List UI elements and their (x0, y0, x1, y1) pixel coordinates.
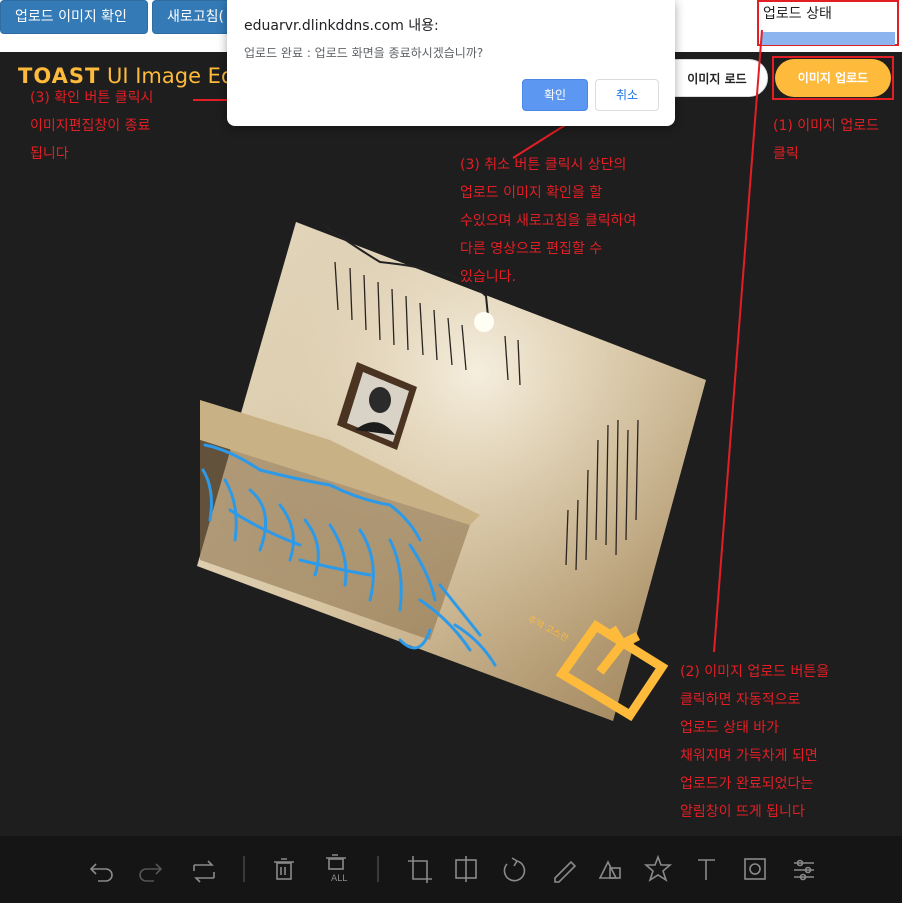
redo-icon[interactable] (139, 863, 163, 882)
alert-dialog: eduarvr.dlinkddns.com 내용: 업로드 완료 : 업로드 화… (227, 0, 675, 126)
text-icon[interactable] (698, 859, 715, 880)
menu-icons: ALL (89, 854, 814, 884)
flip-icon[interactable] (455, 856, 477, 882)
upload-image-confirm-button[interactable]: 업로드 이미지 확인 (0, 0, 148, 34)
annotation-step2: (2) 이미지 업로드 버튼을 클릭하면 자동적으로 업로드 상태 바가 채워지… (680, 664, 830, 820)
draw-icon[interactable] (554, 860, 577, 883)
annotation-step3-cancel: (3) 취소 버튼 클릭시 상단의 업로드 이미지 확인을 할 수있으며 새로고… (460, 157, 637, 285)
dialog-title: eduarvr.dlinkddns.com 내용: (244, 18, 439, 34)
light-bulb (474, 312, 494, 332)
upload-button-highlight (772, 56, 894, 100)
editor-menu-bar: ALL (0, 836, 902, 903)
svg-text:ALL: ALL (331, 874, 347, 884)
delete-icon[interactable] (274, 858, 294, 880)
shape-icon[interactable] (598, 860, 621, 879)
annotation-step3-ok: (3) 확인 버튼 클릭시 이미지편집창이 종료 됩니다 (30, 90, 154, 162)
upload-status-label: 업로드 상태 (763, 6, 832, 22)
refresh-button[interactable]: 새로고침( (152, 0, 232, 34)
dialog-cancel-button[interactable]: 취소 (595, 79, 659, 111)
annotation-step1: (1) 이미지 업로드 클릭 (773, 118, 880, 162)
dialog-message: 업로드 완료 : 업로드 화면을 종료하시겠습니까? (244, 46, 484, 60)
dialog-ok-button[interactable]: 확인 (522, 79, 588, 111)
undo-icon[interactable] (89, 863, 113, 882)
delete-all-icon[interactable]: ALL (326, 854, 347, 884)
mask-icon[interactable] (744, 858, 766, 880)
reset-icon[interactable] (193, 860, 215, 883)
rotate-icon[interactable] (503, 857, 526, 882)
upload-status: 업로드 상태 (757, 0, 899, 46)
upload-progress-fill (761, 32, 895, 45)
filter-icon[interactable] (794, 859, 814, 881)
star-icon[interactable] (643, 854, 673, 882)
crop-icon[interactable] (408, 856, 432, 883)
upload-progress-bar (761, 32, 895, 45)
